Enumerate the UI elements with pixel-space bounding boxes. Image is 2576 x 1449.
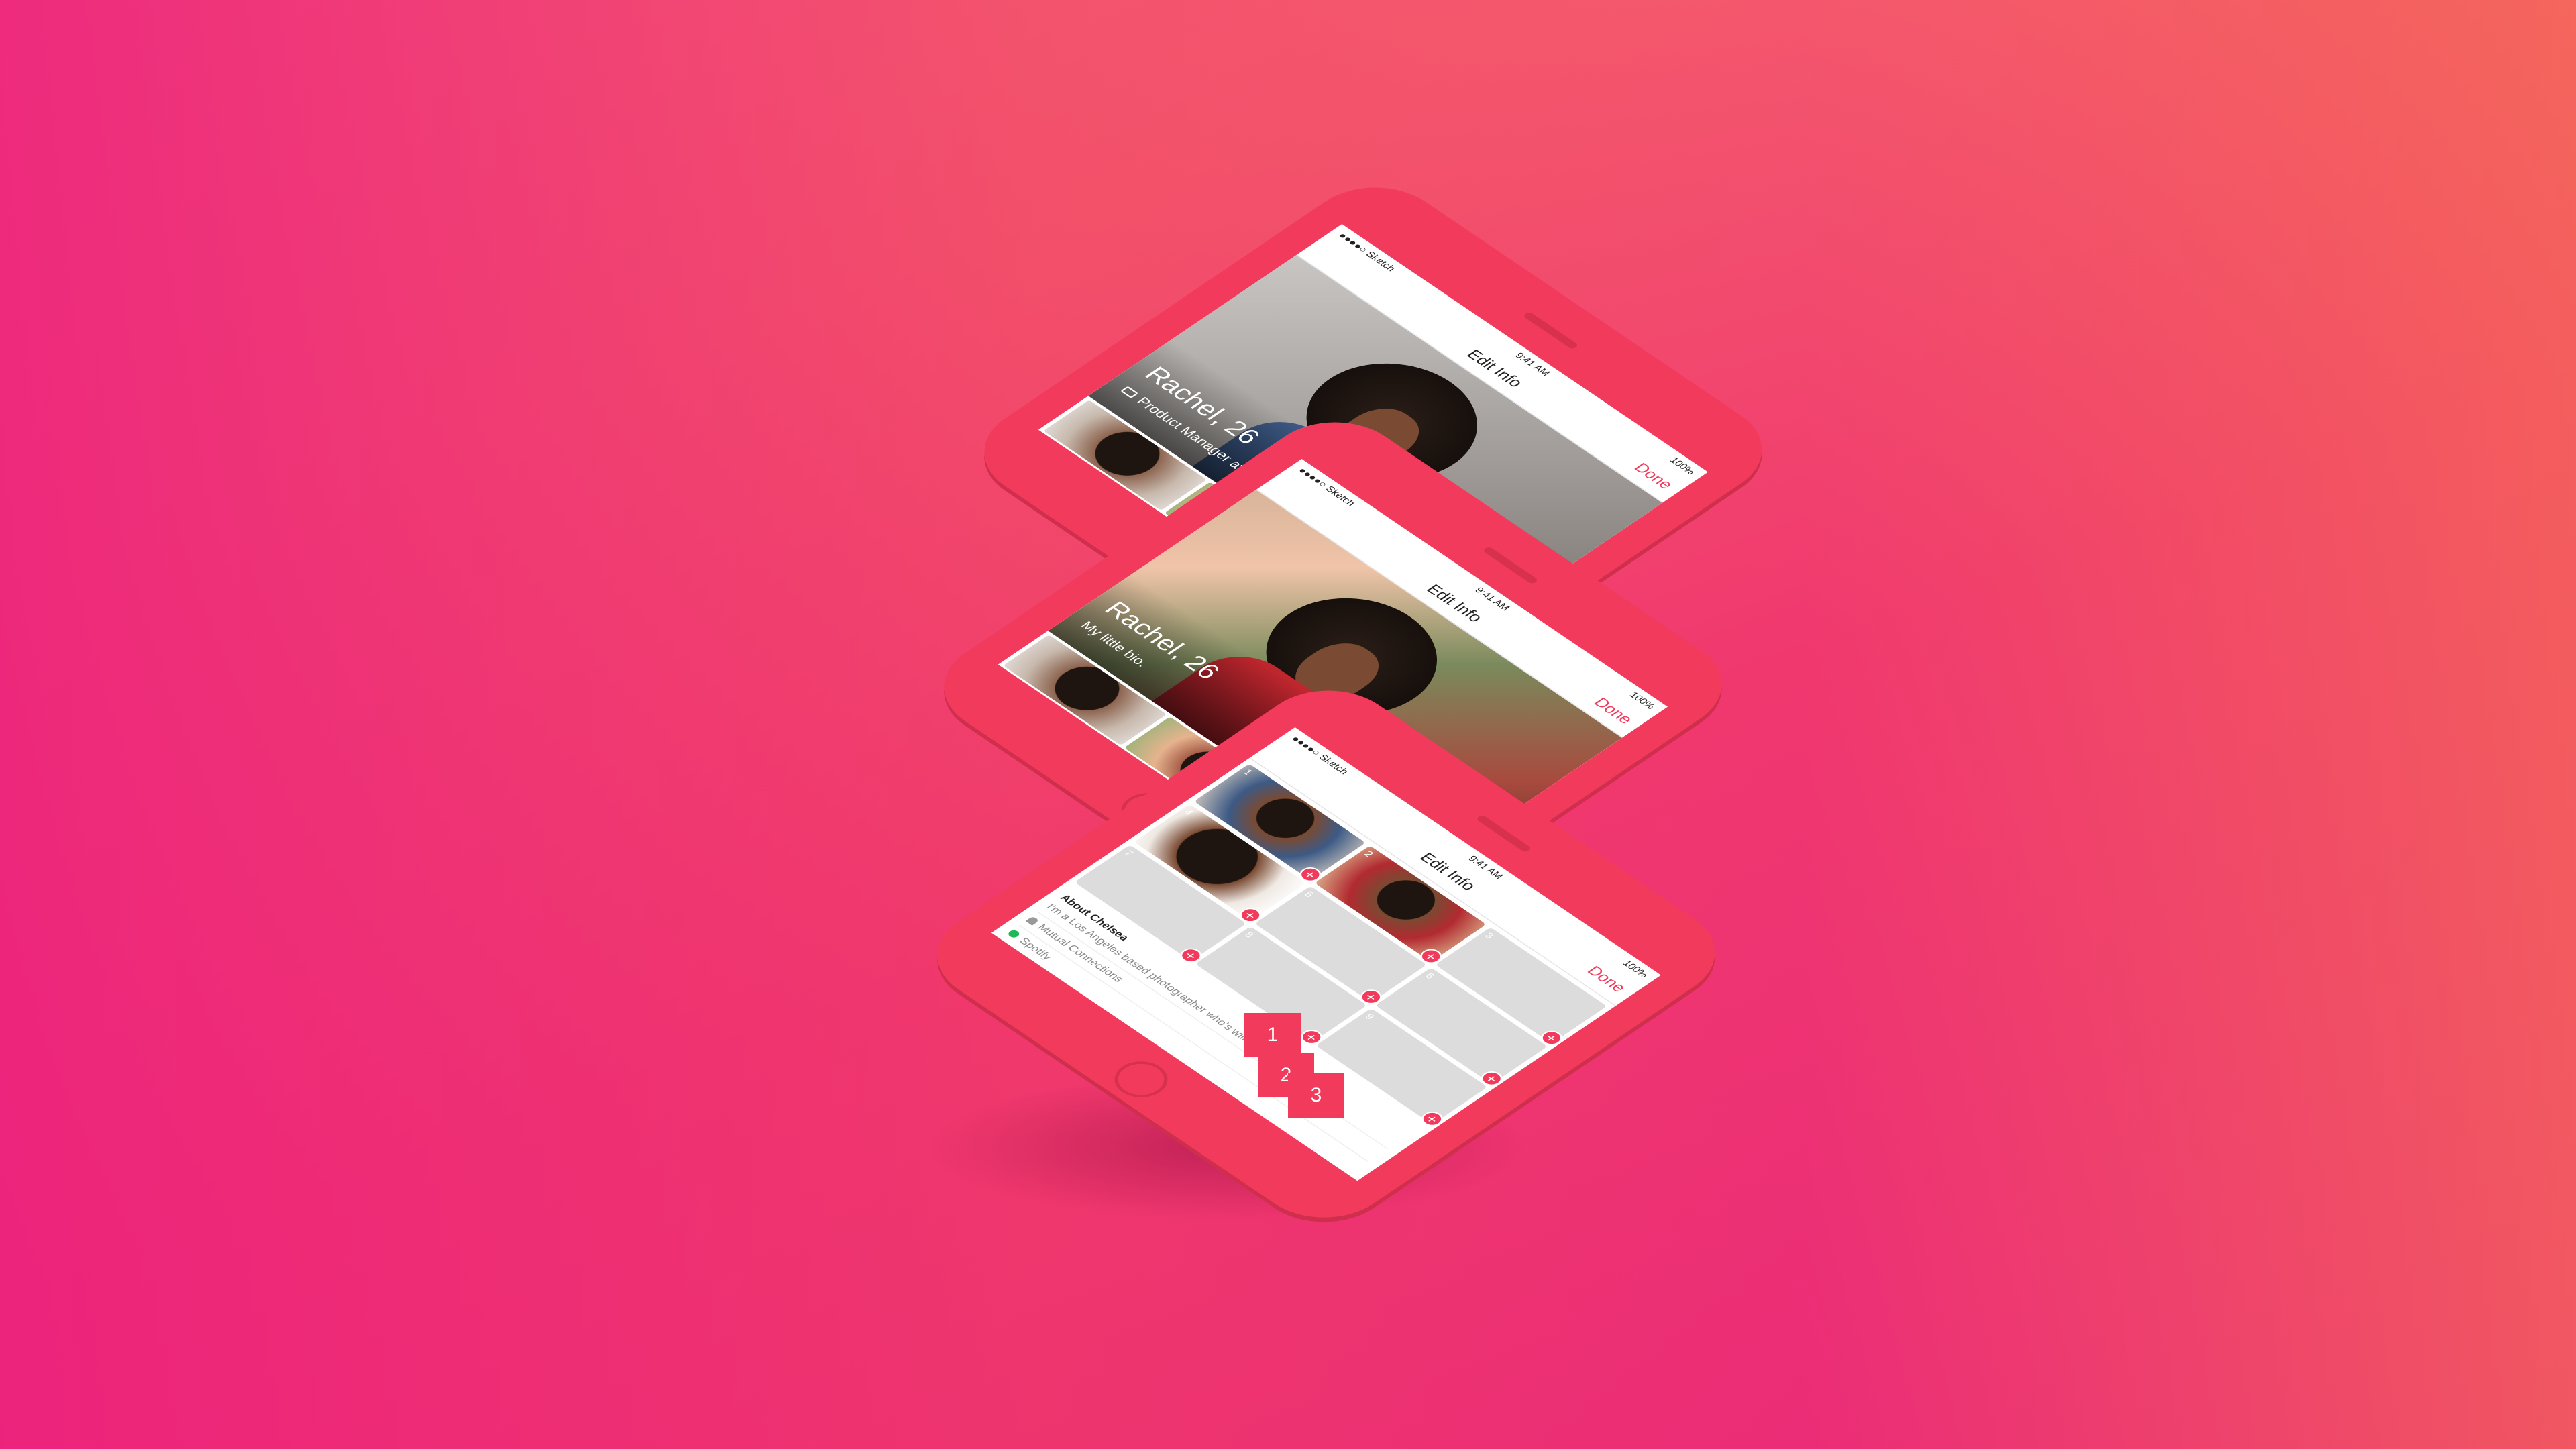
slot-number: 9: [1362, 1012, 1377, 1022]
step-badge: 3: [1288, 1073, 1344, 1118]
slot-number: 4: [1181, 808, 1195, 818]
speaker: [1482, 546, 1539, 585]
slot-number: 6: [1422, 971, 1437, 981]
slot-number: 1: [1240, 767, 1255, 777]
slot-number: 2: [1361, 849, 1376, 859]
speaker: [1522, 311, 1579, 350]
slot-number: 7: [1122, 848, 1136, 858]
slot-number: 3: [1482, 931, 1496, 941]
person-icon: [1025, 916, 1040, 926]
step-badge: 1: [1244, 1013, 1301, 1057]
slot-number: 5: [1301, 890, 1316, 900]
add-photo-button[interactable]: +: [1417, 1108, 1448, 1129]
speaker: [1475, 814, 1532, 853]
slot-number: 8: [1242, 930, 1256, 940]
spotify-icon: [1006, 928, 1022, 939]
